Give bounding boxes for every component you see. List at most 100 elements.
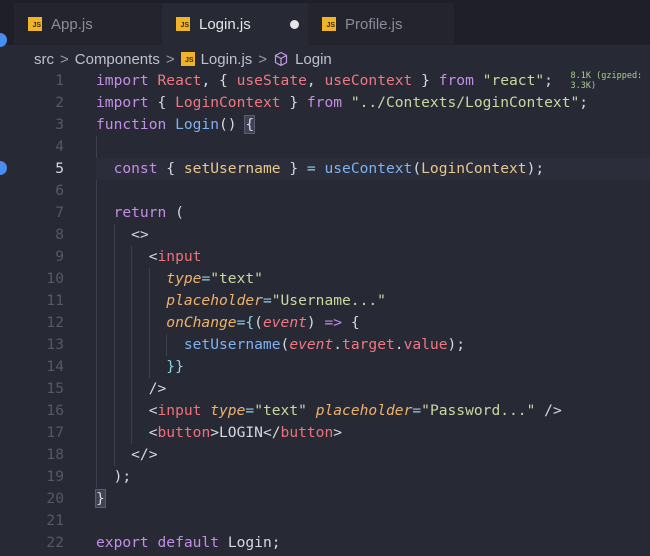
code-token: { — [350, 314, 360, 331]
breadcrumb-file[interactable]: Login.js — [201, 51, 253, 68]
code-token: button — [280, 424, 334, 441]
code-token: ); — [96, 468, 132, 485]
code-token: >LOGIN</ — [210, 424, 281, 441]
line-number: 2 — [55, 94, 64, 111]
code-token: ; — [579, 94, 589, 111]
breadcrumb-symbol[interactable]: Login — [295, 51, 332, 68]
code-line[interactable] — [96, 510, 650, 532]
code-token: button — [157, 424, 211, 441]
code-line[interactable]: }} — [96, 356, 650, 378]
line-number: 14 — [46, 358, 64, 375]
line-number: 16 — [46, 402, 64, 419]
code-token: => — [324, 314, 351, 331]
code-token: function — [96, 116, 176, 133]
line-number: 9 — [55, 248, 64, 265]
code-line[interactable]: placeholder="Username..." — [96, 290, 650, 312]
line-number: 3 — [55, 116, 64, 133]
code-line[interactable]: <> — [96, 224, 650, 246]
js-file-icon: JS — [28, 17, 42, 31]
code-token: import — [96, 94, 158, 111]
tab-profile-js[interactable]: JS Profile.js — [308, 3, 454, 45]
code-token: /> — [96, 380, 167, 397]
code-token: from — [306, 94, 351, 111]
code-token: "text" — [210, 270, 263, 287]
code-token: () — [219, 116, 246, 133]
line-number: 21 — [46, 512, 64, 529]
code-line[interactable]: } — [95, 488, 650, 510]
code-line[interactable]: type="text" — [96, 268, 650, 290]
code-line[interactable] — [96, 180, 650, 202]
code-token: "../Contexts/LoginContext" — [350, 94, 580, 111]
code-token: type — [96, 270, 202, 287]
code-token: ( — [254, 314, 263, 331]
code-line[interactable]: </> — [96, 444, 650, 466]
code-token: ); — [447, 336, 466, 353]
code-line[interactable]: import { LoginContext } from "../Context… — [96, 92, 650, 114]
code-token: "Username..." — [271, 292, 386, 309]
tab-bar: JS App.js JS Login.js JS Profile.js — [0, 0, 650, 45]
code-line[interactable]: import React, { useState, useContext } f… — [96, 70, 650, 92]
code-token: } — [280, 160, 307, 177]
code-token: = — [245, 402, 255, 419]
code-token: setUsername — [96, 336, 281, 353]
code-line[interactable]: onChange={(event) => { — [96, 312, 650, 334]
code-token: "react" — [482, 72, 545, 89]
line-number: 7 — [55, 204, 64, 221]
code-token: value — [403, 336, 448, 353]
code-line[interactable]: setUsername(event.target.value); — [96, 334, 650, 356]
code-token: input — [157, 402, 211, 419]
line-number: 4 — [55, 138, 64, 155]
line-number: 19 — [46, 468, 64, 485]
code-token: import — [96, 72, 158, 89]
code-token: useContext — [324, 72, 413, 89]
code-line[interactable]: /> — [96, 378, 650, 400]
js-file-icon: JS — [180, 52, 195, 66]
code-token: { — [244, 115, 256, 134]
code-token: . — [333, 336, 343, 353]
code-token: }} — [96, 358, 184, 375]
code-token: , { — [201, 72, 237, 89]
unsaved-dot-icon[interactable] — [289, 19, 299, 29]
code-line[interactable]: <button>LOGIN</button> — [96, 422, 650, 444]
code-token: < — [96, 248, 158, 265]
tab-label: App.js — [51, 15, 93, 33]
code-line[interactable]: ); — [96, 466, 650, 488]
line-number: 6 — [55, 182, 64, 199]
line-number: 15 — [46, 380, 64, 397]
code-line[interactable]: <input type="text" placeholder="Password… — [96, 400, 650, 422]
code-token: = — [412, 402, 422, 419]
code-token: ; — [544, 72, 571, 89]
code-line[interactable]: <input — [96, 246, 650, 268]
code-token: target — [342, 336, 395, 353]
breadcrumb: src > Components > JS Login.js > Login — [34, 48, 332, 70]
code-token: LoginContext — [421, 160, 527, 177]
code-line[interactable]: return ( — [96, 202, 650, 224]
code-line[interactable]: const { setUsername } = useContext(Login… — [96, 158, 650, 180]
code-token: ( — [412, 160, 422, 177]
code-token: } — [412, 72, 439, 89]
code-token: = — [262, 292, 272, 309]
code-line[interactable] — [96, 136, 650, 158]
breadcrumb-components[interactable]: Components — [75, 51, 160, 68]
tab-login-js[interactable]: JS Login.js — [162, 3, 308, 45]
breadcrumb-separator: > — [165, 50, 175, 68]
tab-label: Login.js — [199, 16, 299, 33]
line-number: 11 — [46, 292, 64, 309]
code-token: input — [157, 248, 202, 265]
code-token: LoginContext — [175, 94, 281, 111]
code-token: , — [306, 72, 325, 89]
breadcrumb-src[interactable]: src — [34, 51, 54, 68]
tab-app-js[interactable]: JS App.js — [14, 3, 162, 45]
line-number: 18 — [46, 446, 64, 463]
line-number: 8 — [55, 226, 64, 243]
code-token: ( — [280, 336, 290, 353]
code-line[interactable]: function Login() { — [96, 114, 650, 136]
code-token: ) — [306, 314, 325, 331]
js-file-icon: JS — [176, 17, 190, 31]
js-file-icon: JS — [322, 17, 336, 31]
code-token: "Password..." — [421, 402, 536, 419]
code-token: ); — [526, 160, 545, 177]
code-token: "text" — [254, 402, 316, 419]
code-line[interactable]: export default Login; — [96, 532, 650, 554]
line-number: 22 — [46, 534, 64, 551]
